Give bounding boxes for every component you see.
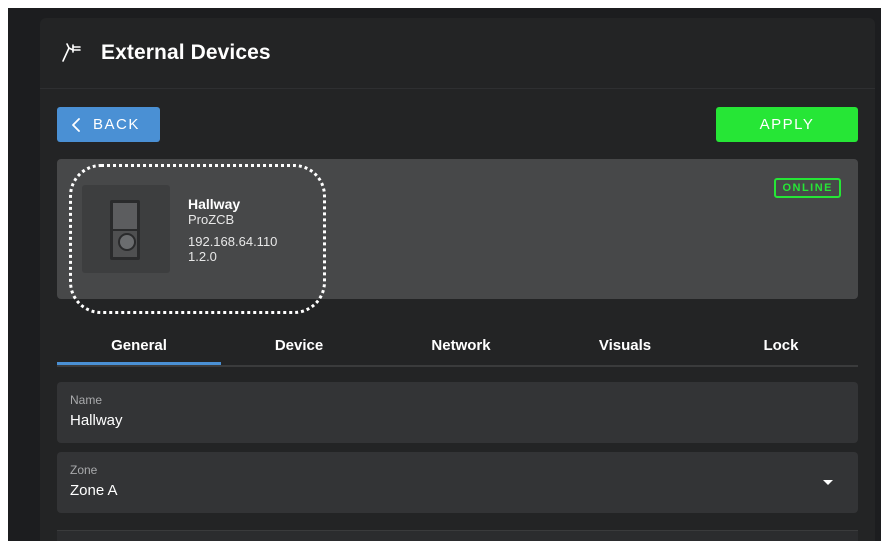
tab-network[interactable]: Network <box>379 328 543 363</box>
wall-switch-icon <box>110 200 140 260</box>
tab-lock[interactable]: Lock <box>699 328 863 363</box>
device-card: Hallway ProZCB 192.168.64.110 1.2.0 ONLI… <box>57 159 858 314</box>
back-button[interactable]: BACK <box>57 107 160 142</box>
tab-device[interactable]: Device <box>217 328 381 363</box>
zone-select-value: Zone A <box>70 482 118 499</box>
chevron-left-icon <box>72 117 80 132</box>
page-title: External Devices <box>101 41 271 64</box>
device-ip: 192.168.64.110 <box>188 234 278 249</box>
device-name: Hallway <box>188 196 241 212</box>
zone-select-label: Zone <box>70 463 98 477</box>
panel-header: External Devices <box>40 18 875 89</box>
name-field[interactable]: Name Hallway <box>57 382 858 443</box>
tab-general[interactable]: General <box>57 328 221 365</box>
flag-plug-icon <box>60 40 84 64</box>
name-field-label: Name <box>70 393 103 407</box>
device-model: ProZCB <box>188 212 235 227</box>
status-badge: ONLINE <box>774 178 841 198</box>
dropdown-arrow-icon <box>823 480 833 485</box>
apply-button[interactable]: APPLY <box>716 107 858 142</box>
name-field-value: Hallway <box>70 412 123 429</box>
zone-select[interactable]: Zone Zone A <box>57 452 858 513</box>
device-thumbnail <box>82 185 170 273</box>
device-version: 1.2.0 <box>188 249 217 264</box>
next-field-partial <box>57 530 858 541</box>
external-devices-panel: External Devices BACK APPLY Hallway ProZ… <box>40 18 875 541</box>
back-button-label: BACK <box>93 116 140 133</box>
tab-visuals[interactable]: Visuals <box>543 328 707 363</box>
tab-bar: General Device Network Visuals Lock <box>57 328 858 367</box>
